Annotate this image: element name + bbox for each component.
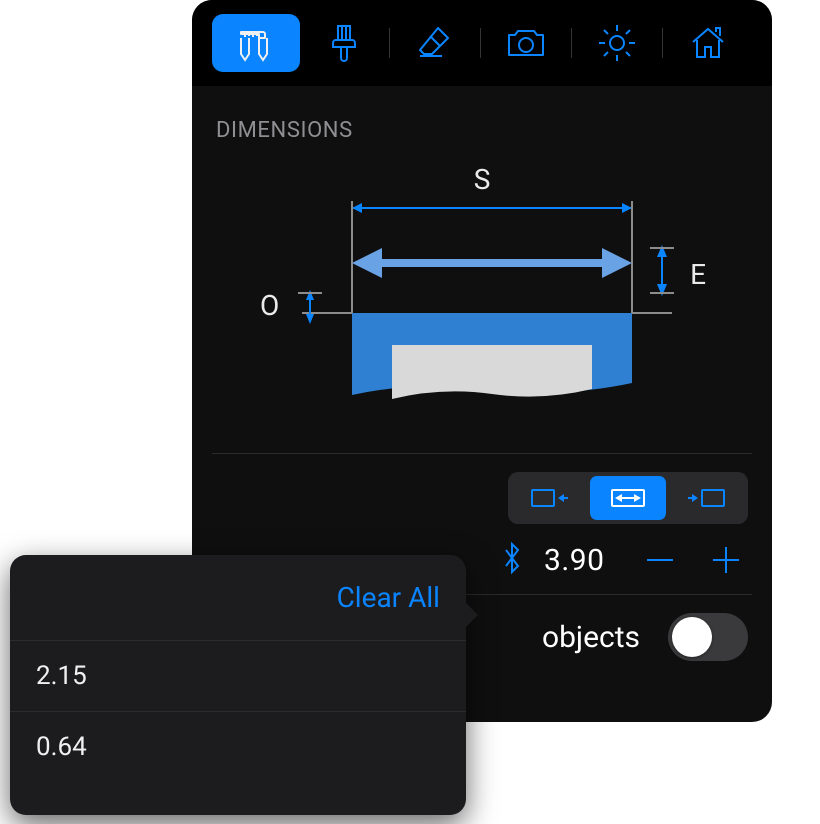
- diagram-svg: [202, 153, 762, 453]
- camera-icon: [505, 25, 547, 61]
- align-left-icon: [530, 486, 570, 510]
- objects-toggle[interactable]: [668, 613, 748, 661]
- stepper-increment[interactable]: [704, 538, 748, 582]
- measure-tool[interactable]: [212, 14, 300, 72]
- alignment-row: [192, 454, 772, 530]
- section-title: DIMENSIONS: [192, 86, 772, 153]
- separator: [480, 28, 481, 58]
- objects-toggle-label: objects: [542, 620, 640, 655]
- minus-icon: [643, 543, 677, 577]
- separator: [571, 28, 572, 58]
- alignment-segmented: [508, 472, 748, 524]
- camera-tool[interactable]: [482, 14, 570, 72]
- recent-values-popover: Clear All 2.15 0.64: [10, 555, 466, 815]
- separator: [662, 28, 663, 58]
- align-both-icon: [602, 486, 654, 510]
- align-right[interactable]: [668, 476, 744, 520]
- caliper-icon: [235, 22, 277, 64]
- clear-all-button[interactable]: Clear All: [10, 555, 466, 640]
- stepper-decrement[interactable]: [638, 538, 682, 582]
- eraser-tool[interactable]: [391, 14, 479, 72]
- switch-knob: [672, 617, 712, 657]
- plus-icon: [709, 543, 743, 577]
- align-both[interactable]: [590, 476, 666, 520]
- bluetooth-icon: [502, 541, 522, 579]
- stepper-value: 3.90: [544, 543, 616, 578]
- recent-value-item[interactable]: 0.64: [10, 711, 466, 782]
- brightness-tool[interactable]: [573, 14, 661, 72]
- eraser-icon: [414, 22, 456, 64]
- home-tool[interactable]: [664, 14, 752, 72]
- align-left[interactable]: [512, 476, 588, 520]
- toolbar: [192, 0, 772, 86]
- brush-tool[interactable]: [300, 14, 388, 72]
- align-right-icon: [686, 486, 726, 510]
- brush-icon: [325, 22, 363, 64]
- dimension-diagram: S O E: [202, 153, 762, 453]
- home-icon: [687, 22, 729, 64]
- separator: [389, 28, 390, 58]
- sun-icon: [596, 22, 638, 64]
- recent-value-item[interactable]: 2.15: [10, 640, 466, 711]
